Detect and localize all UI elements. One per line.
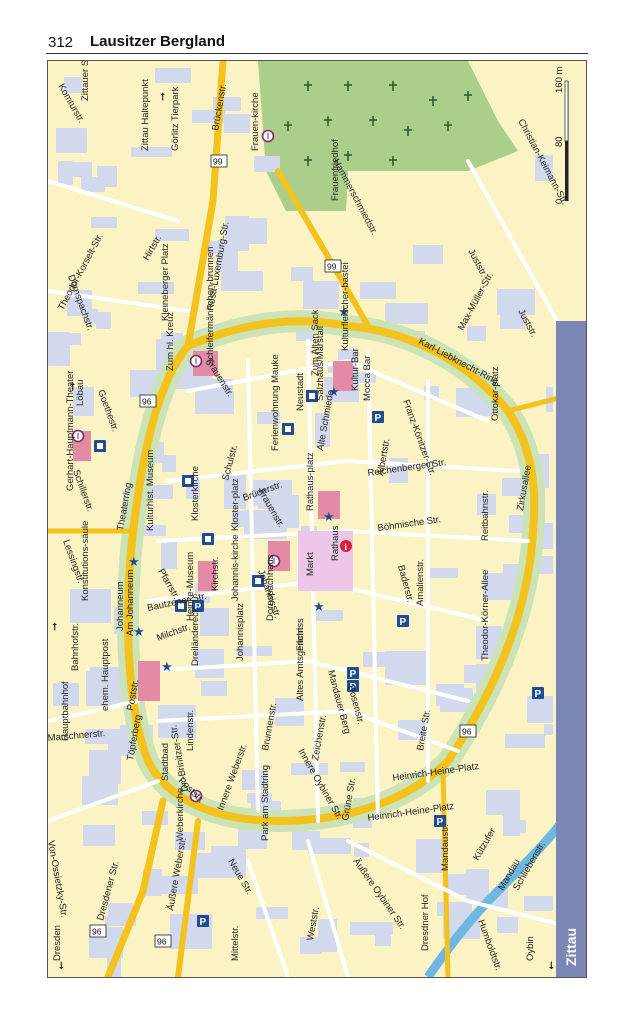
- street-label: Ottokar-platz: [490, 366, 501, 421]
- street-label: Zittauer Schmalspurbahn: [80, 61, 91, 101]
- street-label: Johannis-kirche: [230, 534, 241, 601]
- road-number-shield: 96: [154, 934, 172, 948]
- street-label: Altes Amtsgericht: [295, 627, 306, 701]
- svg-text:P: P: [535, 689, 542, 700]
- street-label: Bahnhofstr.: [70, 623, 81, 671]
- street-label: Kultur-Bar: [350, 348, 361, 391]
- road-number-shield: 96: [459, 724, 477, 738]
- street-label: Mittelstr.: [230, 926, 241, 961]
- scale-tick-2: 160 m: [554, 67, 565, 93]
- church-icon: [261, 129, 275, 143]
- street-label: Rathaus-platz: [305, 452, 316, 511]
- street-label: Kulturfleischer-bastei: [340, 262, 351, 351]
- sight-star-icon: ★: [161, 660, 173, 675]
- svg-text:96: 96: [157, 937, 167, 947]
- svg-text:➞: ➞: [49, 622, 61, 631]
- tourist-info-icon: i: [340, 540, 352, 552]
- page-header: 312 Lausitzer Bergland: [0, 0, 644, 58]
- svg-text:★: ★: [313, 600, 325, 615]
- street-label: Park am Stadtring: [260, 765, 271, 841]
- side-tab-label: Zittau: [563, 928, 579, 966]
- svg-text:➞: ➞: [67, 382, 79, 391]
- sight-star-icon: ★: [313, 600, 325, 615]
- running-title: Lausitzer Bergland: [90, 33, 226, 50]
- church-icon: [189, 354, 203, 368]
- street-label: Markt: [305, 552, 316, 576]
- street-label: Mandaustr.: [440, 824, 451, 871]
- svg-text:P: P: [200, 917, 207, 928]
- map-canvas: PPPPPPPP★★★★★★★i Komturstr.Zittauer Schm…: [48, 61, 586, 977]
- parking-icon: P: [532, 687, 544, 700]
- street-label: Reitbahnstr.: [480, 490, 491, 541]
- street-label: Klosterkirche: [190, 466, 201, 521]
- street-label: Schleifermännchen-brunnen: [205, 247, 216, 366]
- svg-text:96: 96: [142, 397, 152, 407]
- svg-text:➞: ➞: [55, 961, 67, 970]
- street-label: Amalienstr.: [415, 559, 426, 606]
- svg-text:➞: ➞: [545, 961, 557, 970]
- svg-text:96: 96: [92, 927, 102, 937]
- street-label: Neustadt: [295, 373, 306, 411]
- sight-star-icon: ★: [128, 555, 140, 570]
- street-label: Dresdner Hof: [420, 894, 431, 951]
- sight-star-icon: ★: [323, 510, 335, 525]
- parking-icon: P: [347, 667, 359, 680]
- street-label: ehem. Hauptpost: [100, 638, 111, 711]
- street-label: Kleineberger Platz: [160, 243, 171, 321]
- svg-text:★: ★: [161, 660, 173, 675]
- street-label: Mocca Bar: [362, 356, 373, 401]
- museum-icon: [202, 533, 214, 545]
- scale-tick-1: 80: [554, 136, 565, 147]
- street-label: Görlitz Tierpark: [170, 86, 181, 151]
- museum-icon: [282, 423, 294, 435]
- svg-text:★: ★: [323, 510, 335, 525]
- museum-icon: [94, 440, 106, 452]
- road-number-shield: 96: [139, 394, 157, 408]
- road-number-shield: 96: [89, 924, 107, 938]
- street-label: Am Johanneum: [125, 569, 136, 636]
- road-number-shield: 99: [210, 154, 228, 168]
- street-label: Frauen-kirche: [250, 92, 261, 151]
- street-label: Konstitutions-säule: [80, 521, 91, 601]
- svg-text:➞: ➞: [157, 92, 169, 101]
- street-label: Dresden: [52, 925, 63, 961]
- side-tab: Zittau: [556, 321, 586, 977]
- parking-icon: P: [372, 411, 384, 424]
- svg-text:99: 99: [213, 157, 223, 167]
- parking-icon: P: [197, 915, 209, 928]
- svg-text:P: P: [350, 669, 357, 680]
- street-label: Kirchstr.: [210, 557, 221, 591]
- street-label: Zittau Haltepunkt: [140, 79, 151, 151]
- street-label: Kulturhist. Museum: [145, 450, 156, 531]
- scale-tick-0: 0: [554, 199, 565, 204]
- street-label: Lindenstr.: [185, 710, 196, 751]
- street-label: Ferienwohnung Mauke: [270, 354, 281, 451]
- city-map[interactable]: PPPPPPPP★★★★★★★i Komturstr.Zittauer Schm…: [47, 60, 587, 978]
- street-label: Dreiländereck: [190, 607, 201, 666]
- svg-text:P: P: [375, 413, 382, 424]
- parking-icon: P: [397, 615, 409, 628]
- street-label: Weberkirche: [175, 788, 186, 841]
- svg-text:★: ★: [128, 555, 140, 570]
- street-label: Zum hl. Kreuz: [165, 312, 176, 371]
- street-label: Theodor-Körner-Allee: [480, 570, 491, 661]
- street-label: Oybin: [525, 936, 536, 961]
- svg-text:99: 99: [327, 262, 337, 272]
- street-label: Salzhaus/Marstall: [315, 326, 326, 401]
- street-label: Kloster-platz: [230, 478, 241, 531]
- page-number: 312: [48, 34, 74, 51]
- svg-text:P: P: [400, 617, 407, 628]
- street-label: Johannisplatz: [235, 603, 246, 661]
- street-label: Dornspachhaus: [265, 554, 276, 621]
- svg-text:96: 96: [462, 727, 472, 737]
- header-rule: [46, 53, 588, 54]
- street-label: Stadtbad: [160, 743, 171, 781]
- street-label: Rathaus: [330, 525, 341, 561]
- road-number-shield: 99: [324, 259, 342, 273]
